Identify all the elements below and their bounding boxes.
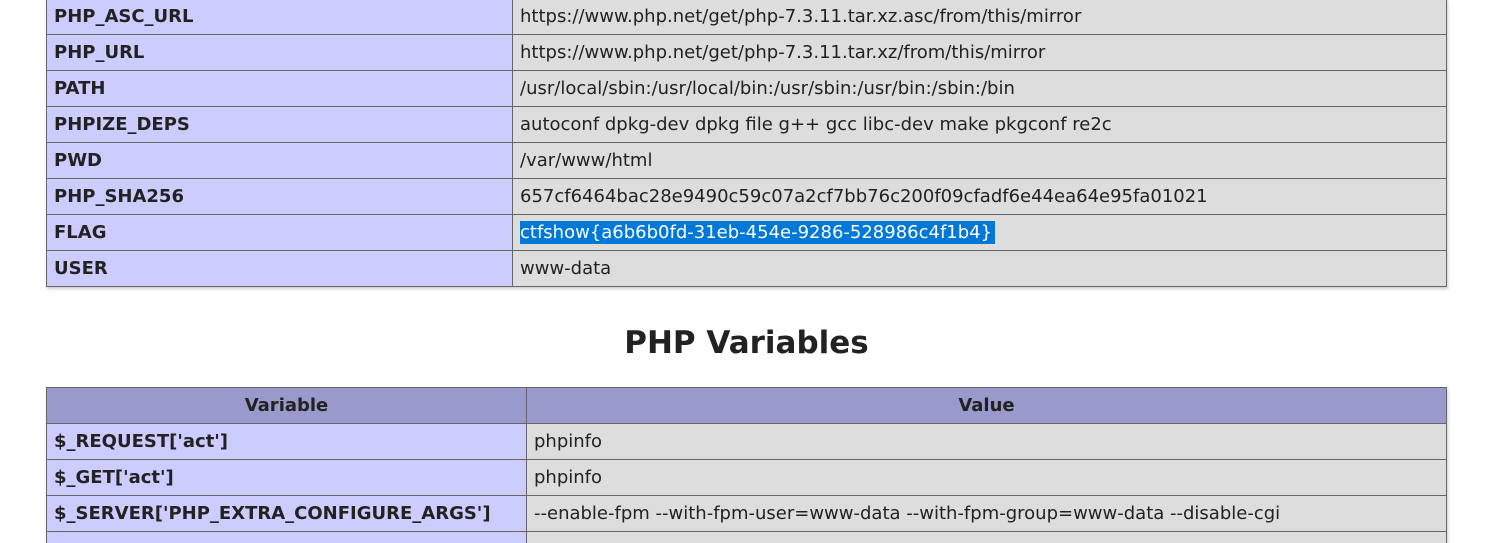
php-var-name <box>46 531 527 543</box>
table-row: PHPIZE_DEPS autoconf dpkg-dev dpkg file … <box>46 106 1447 143</box>
env-var-value: https://www.php.net/get/php-7.3.11.tar.x… <box>512 34 1447 71</box>
php-var-value: phpinfo <box>526 459 1447 496</box>
column-header-variable: Variable <box>46 387 527 424</box>
table-row: USER www-data <box>46 250 1447 287</box>
env-var-name: PATH <box>46 70 513 107</box>
env-var-name: FLAG <box>46 214 513 251</box>
php-variables-table: Variable Value $_REQUEST['act'] phpinfo … <box>46 387 1447 543</box>
table-row: PHP_SHA256 657cf6464bac28e9490c59c07a2cf… <box>46 178 1447 215</box>
env-var-value: 657cf6464bac28e9490c59c07a2cf7bb76c200f0… <box>512 178 1447 215</box>
table-row: $_REQUEST['act'] phpinfo <box>46 423 1447 460</box>
php-var-name: $_REQUEST['act'] <box>46 423 527 460</box>
environment-table: PHP_ASC_URL https://www.php.net/get/php-… <box>46 0 1447 287</box>
env-var-name: PHP_SHA256 <box>46 178 513 215</box>
table-row: PWD /var/www/html <box>46 142 1447 179</box>
env-var-name: USER <box>46 250 513 287</box>
table-row: $_SERVER['PHP_EXTRA_CONFIGURE_ARGS'] --e… <box>46 495 1447 532</box>
table-header-row: Variable Value <box>46 387 1447 424</box>
table-row <box>46 531 1447 543</box>
column-header-value: Value <box>526 387 1447 424</box>
env-var-name: PWD <box>46 142 513 179</box>
php-var-value <box>526 531 1447 543</box>
env-var-name: PHP_ASC_URL <box>46 0 513 35</box>
php-var-name: $_GET['act'] <box>46 459 527 496</box>
env-var-name: PHP_URL <box>46 34 513 71</box>
php-var-value: --enable-fpm --with-fpm-user=www-data --… <box>526 495 1447 532</box>
section-heading-php-variables: PHP Variables <box>624 325 869 361</box>
php-var-name: $_SERVER['PHP_EXTRA_CONFIGURE_ARGS'] <box>46 495 527 532</box>
php-var-value: phpinfo <box>526 423 1447 460</box>
table-row: FLAG ctfshow{a6b6b0fd-31eb-454e-9286-528… <box>46 214 1447 251</box>
table-row: $_GET['act'] phpinfo <box>46 459 1447 496</box>
env-var-value: www-data <box>512 250 1447 287</box>
table-row: PHP_ASC_URL https://www.php.net/get/php-… <box>46 0 1447 35</box>
env-var-value: /var/www/html <box>512 142 1447 179</box>
env-var-value-cell: ctfshow{a6b6b0fd-31eb-454e-9286-528986c4… <box>512 214 1447 251</box>
env-var-value: autoconf dpkg-dev dpkg file g++ gcc libc… <box>512 106 1447 143</box>
table-row: PHP_URL https://www.php.net/get/php-7.3.… <box>46 34 1447 71</box>
env-var-name: PHPIZE_DEPS <box>46 106 513 143</box>
flag-selected-text[interactable]: ctfshow{a6b6b0fd-31eb-454e-9286-528986c4… <box>520 221 996 244</box>
table-row: PATH /usr/local/sbin:/usr/local/bin:/usr… <box>46 70 1447 107</box>
env-var-value: /usr/local/sbin:/usr/local/bin:/usr/sbin… <box>512 70 1447 107</box>
env-var-value: https://www.php.net/get/php-7.3.11.tar.x… <box>512 0 1447 35</box>
